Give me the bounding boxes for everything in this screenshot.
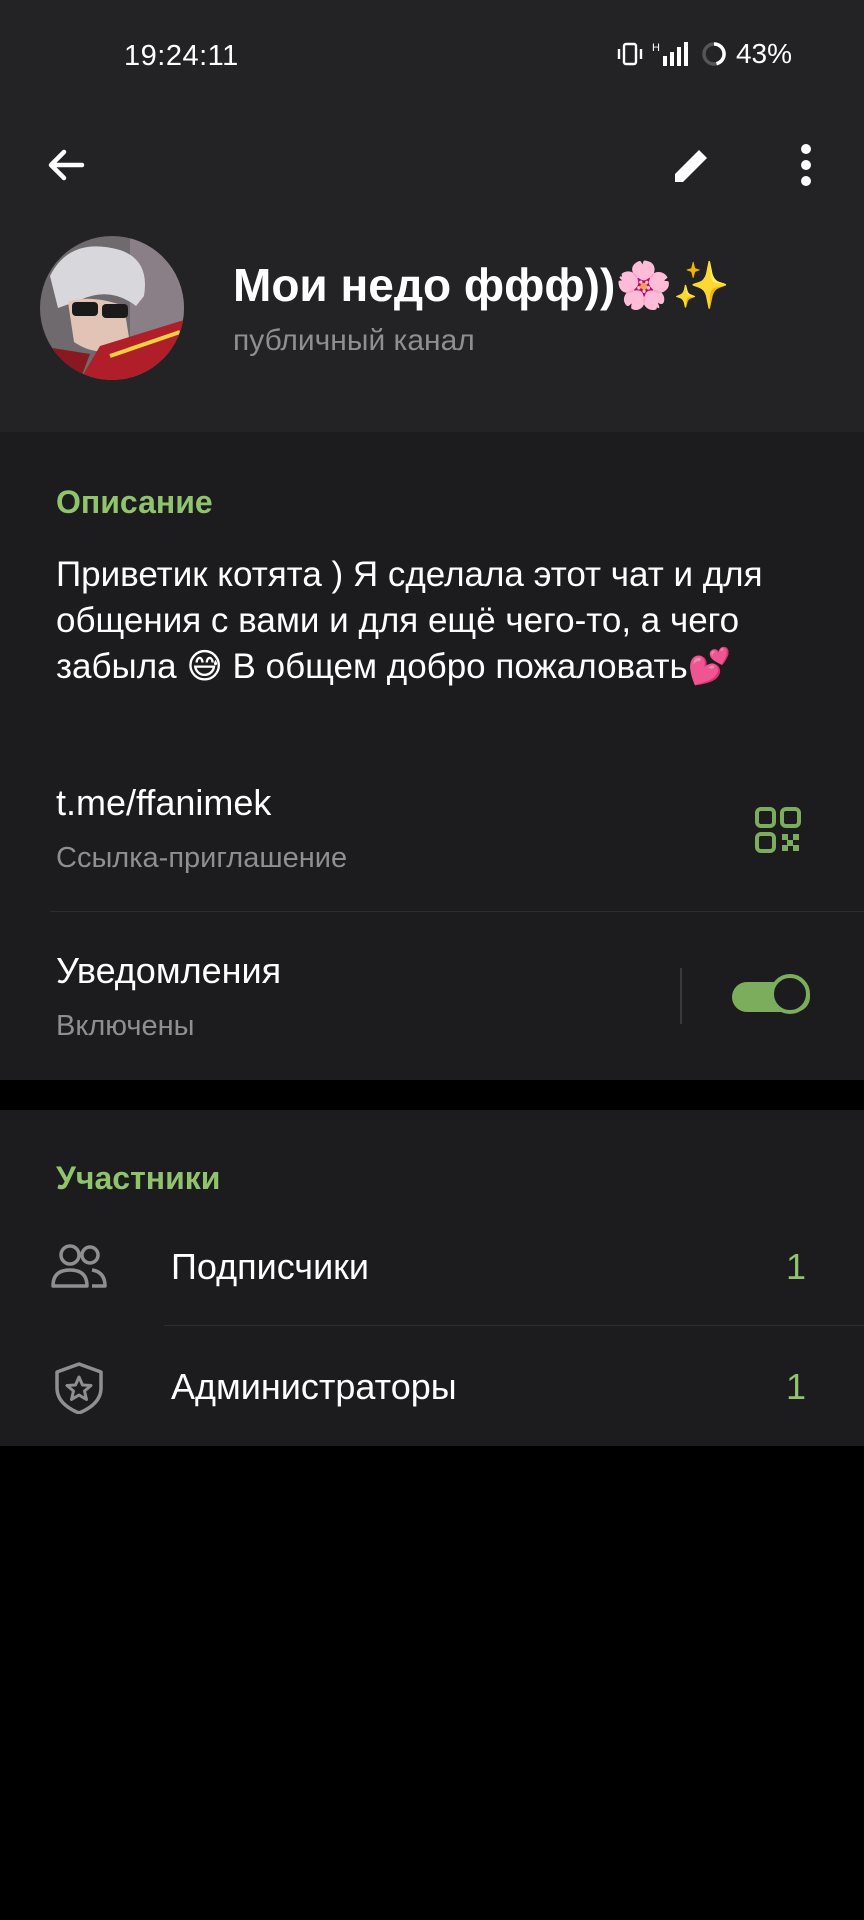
pencil-icon (675, 145, 712, 182)
app-bar (0, 110, 864, 220)
status-icons: H 43% (616, 38, 792, 70)
divider (50, 911, 864, 912)
subscribers-label: Подписчики (171, 1246, 370, 1287)
notifications-status: Включены (56, 1010, 195, 1042)
toggle-knob (770, 974, 810, 1014)
description-header: Описание (56, 484, 213, 520)
back-button[interactable] (26, 125, 106, 205)
channel-description: Приветик котята ) Я сделала этот чат и д… (56, 555, 763, 686)
svg-text:H: H (652, 42, 660, 54)
administrators-row[interactable]: Администраторы 1 (0, 1326, 864, 1446)
invite-link[interactable]: t.me/ffanimek (56, 782, 271, 824)
more-button[interactable] (766, 125, 846, 205)
subscribers-row[interactable]: Подписчики 1 (0, 1206, 864, 1326)
battery-ring-icon (702, 42, 726, 66)
signal-icon: H (652, 42, 688, 66)
vertical-divider (680, 968, 682, 1024)
administrators-count: 1 (785, 1366, 806, 1407)
arrow-left-icon (48, 149, 85, 181)
notifications-toggle[interactable] (732, 974, 814, 1018)
edit-button[interactable] (652, 125, 732, 205)
subscribers-count: 1 (785, 1246, 806, 1287)
people-icon (50, 1242, 108, 1290)
shield-star-icon (50, 1362, 108, 1415)
channel-title: Мои недо ффф))🌸✨ (233, 259, 730, 311)
status-bar: 19:24:11 H 43% (0, 0, 864, 110)
channel-type: публичный канал (233, 324, 475, 357)
members-section: Участники Подписчики 1 Администраторы 1 (0, 1110, 864, 1446)
administrators-label: Администраторы (171, 1366, 457, 1407)
invite-link-label: Ссылка-приглашение (56, 842, 348, 874)
battery-percent: 43% (735, 38, 792, 69)
channel-header: Мои недо ффф))🌸✨ публичный канал (0, 220, 864, 432)
notifications-label[interactable]: Уведомления (56, 950, 281, 992)
more-vertical-icon (801, 144, 811, 186)
qr-code-button[interactable] (754, 806, 802, 854)
channel-avatar[interactable] (40, 236, 184, 380)
status-time: 19:24:11 (124, 40, 239, 72)
members-header: Участники (56, 1160, 221, 1196)
qr-code-icon (755, 807, 801, 853)
info-section: Описание Приветик котята ) Я сделала это… (0, 432, 864, 1080)
vibrate-icon (617, 42, 643, 66)
